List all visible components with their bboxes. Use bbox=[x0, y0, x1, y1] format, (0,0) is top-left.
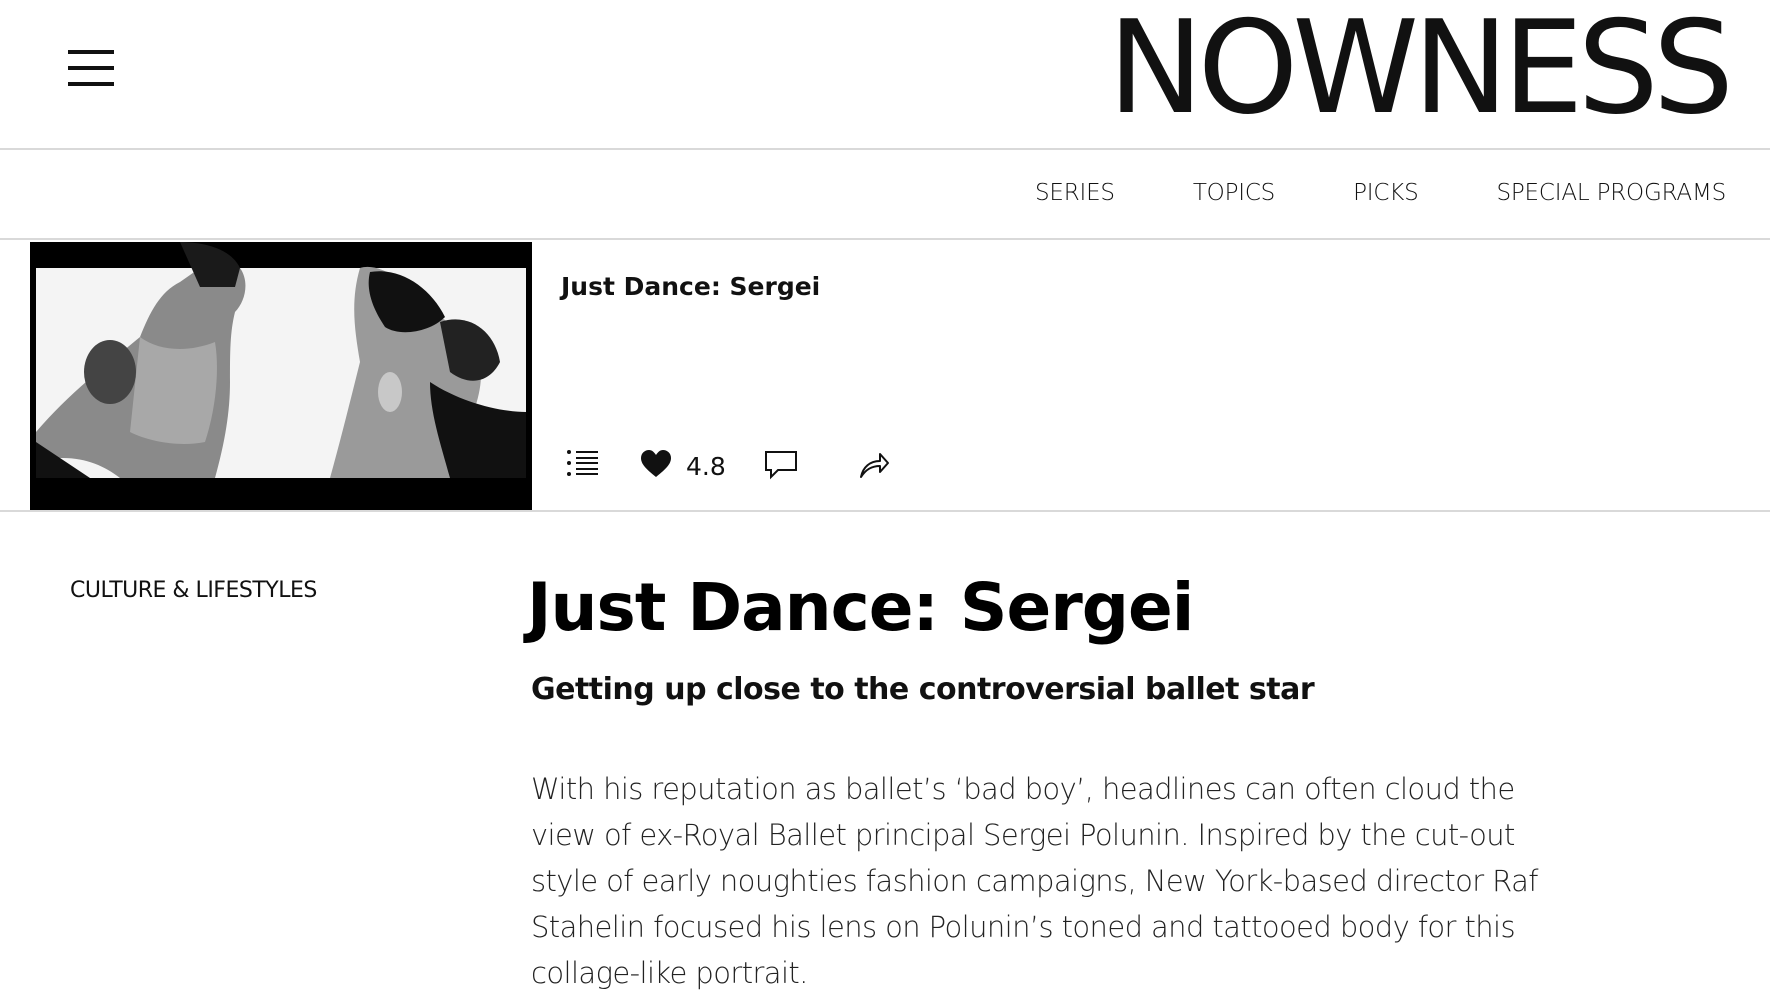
article-category[interactable]: CULTURE & LIFESTYLES bbox=[70, 578, 317, 603]
playlist-icon[interactable] bbox=[566, 448, 600, 482]
article-body: With his reputation as ballet’s ‘bad boy… bbox=[531, 772, 1538, 990]
site-header: NOWNESS bbox=[0, 0, 1770, 150]
nav-item-series[interactable]: SERIES bbox=[1035, 180, 1115, 206]
video-title: Just Dance: Sergei bbox=[561, 272, 821, 301]
rating-value: 4.8 bbox=[686, 452, 726, 481]
nav-item-special-programs[interactable]: SPECIAL PROGRAMS bbox=[1496, 180, 1726, 206]
article-subtitle: Getting up close to the controversial ba… bbox=[531, 672, 1315, 707]
site-logo[interactable]: NOWNESS bbox=[1108, 4, 1734, 134]
main-navigation: SERIES TOPICS PICKS SPECIAL PROGRAMS bbox=[0, 152, 1770, 240]
article-title: Just Dance: Sergei bbox=[527, 569, 1194, 646]
menu-icon[interactable] bbox=[68, 50, 114, 86]
heart-icon[interactable] bbox=[640, 450, 672, 482]
comment-icon[interactable] bbox=[764, 450, 798, 484]
share-icon[interactable] bbox=[858, 450, 890, 484]
nav-item-picks[interactable]: PICKS bbox=[1353, 180, 1419, 206]
video-player-strip: Just Dance: Sergei 4.8 bbox=[0, 242, 1770, 512]
video-thumbnail[interactable] bbox=[30, 242, 532, 510]
nav-item-topics[interactable]: TOPICS bbox=[1193, 180, 1275, 206]
